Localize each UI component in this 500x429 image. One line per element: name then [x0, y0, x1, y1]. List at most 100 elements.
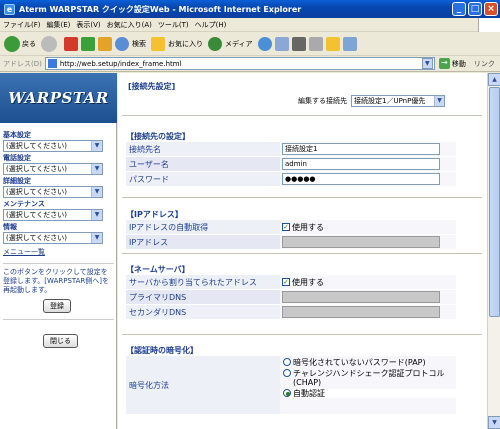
ip-auto-checkbox[interactable]: ✓	[282, 223, 290, 231]
print-icon[interactable]	[291, 36, 306, 51]
home-icon[interactable]	[98, 36, 112, 51]
auth-option-pap[interactable]: 暗号化されていないパスワード(PAP)	[283, 358, 456, 367]
menu-edit[interactable]: 編集(E)	[47, 20, 71, 30]
conn-section-title: 【接続先の設定】	[126, 132, 190, 141]
primary-dns-row: プライマリDNS	[126, 290, 456, 305]
toolbar: 戻る 検索 お気に入り メディア	[0, 32, 500, 56]
ip-auto-row: IPアドレスの自動取得 ✓ 使用する	[126, 220, 456, 235]
nav-select-basic[interactable]: (選択してください) ▼	[3, 140, 103, 152]
dns-section-title: 【ネームサーバ】	[126, 265, 190, 274]
edit-target-label: 編集する接続先	[298, 97, 347, 105]
messenger-icon[interactable]	[342, 36, 357, 51]
chevron-down-icon[interactable]: ▼	[421, 58, 433, 69]
conn-name-label: 接続先名	[129, 144, 161, 154]
chevron-down-icon: ▼	[434, 96, 444, 106]
ie-icon: e	[4, 3, 15, 15]
dns-auto-row: サーバから割り当てられたアドレス ✓ 使用する	[126, 275, 456, 290]
media-button[interactable]: メディア	[208, 36, 253, 51]
forward-button[interactable]	[41, 35, 59, 52]
chevron-down-icon: ▼	[91, 233, 102, 243]
divider	[122, 334, 482, 335]
secondary-dns-row: セカンダリDNS	[126, 305, 456, 320]
links-button[interactable]: リンク	[474, 59, 495, 69]
register-note: このボタンをクリックして設定を登録します。[WARPSTAR側へ]を再起動します…	[3, 268, 110, 294]
conn-name-input[interactable]: 接続設定1	[282, 143, 440, 155]
edit-target-row: 編集する接続先 接続設定1／UPnP優先 ▼	[298, 95, 445, 107]
divider	[3, 319, 114, 320]
dns-auto-checkbox[interactable]: ✓	[282, 278, 290, 286]
minimize-button[interactable]: _	[452, 2, 466, 16]
register-button[interactable]: 登録	[43, 299, 71, 313]
conn-section: 【接続先の設定】 接続先名 接続設定1 ユーザー名 admin パスワード ●●…	[126, 131, 456, 187]
user-name-input[interactable]: admin	[282, 158, 440, 170]
nav-label-info: 情報	[3, 223, 17, 231]
search-icon	[115, 36, 129, 51]
scroll-down-icon[interactable]: ▼	[488, 416, 500, 429]
window-title: Aterm WARPSTAR クイック設定Web - Microsoft Int…	[19, 4, 302, 14]
page-title: [接続先設定]	[128, 82, 176, 91]
secondary-dns-label: セカンダリDNS	[129, 307, 187, 317]
close-window-button[interactable]: ×	[484, 2, 498, 16]
left-frame: WARPSTAR 基本設定 (選択してください) ▼ 電話設定 (選択してください…	[0, 73, 117, 429]
forward-arrow-icon	[41, 35, 57, 52]
ip-addr-input	[282, 236, 440, 248]
user-name-row: ユーザー名 admin	[126, 157, 456, 172]
menu-help[interactable]: ヘルプ(H)	[195, 20, 227, 30]
password-input[interactable]: ●●●●●	[282, 173, 440, 185]
nav-select-advanced[interactable]: (選択してください) ▼	[3, 186, 103, 198]
ip-auto-value: 使用する	[292, 222, 324, 232]
vertical-scrollbar[interactable]: ▲ ▼	[487, 73, 500, 429]
address-url: http://web.setup/index_frame.html	[59, 59, 182, 68]
search-button[interactable]: 検索	[115, 36, 146, 51]
refresh-icon[interactable]	[81, 36, 95, 51]
title-bar: e Aterm WARPSTAR クイック設定Web - Microsoft I…	[0, 0, 500, 18]
go-button[interactable]: → 移動	[438, 58, 466, 69]
nav-panel: 基本設定 (選択してください) ▼ 電話設定 (選択してください) ▼ 詳細設定 (…	[3, 129, 114, 348]
auth-section-title: 【認証時の暗号化】	[126, 346, 198, 355]
edit-target-select[interactable]: 接続設定1／UPnP優先 ▼	[351, 95, 445, 107]
scroll-up-icon[interactable]: ▲	[488, 73, 500, 86]
nav-select-maintenance[interactable]: (選択してください) ▼	[3, 209, 103, 221]
pap-radio[interactable]	[283, 358, 291, 366]
menu-list-link[interactable]: メニュー一覧	[3, 247, 114, 257]
menu-bar: ファイル(F) 編集(E) 表示(V) お気に入り(A) ツール(T) ヘルプ(…	[0, 18, 500, 32]
ip-addr-label: IPアドレス	[129, 237, 169, 247]
back-button[interactable]: 戻る	[4, 35, 36, 52]
maximize-button[interactable]: □	[468, 2, 482, 16]
history-icon[interactable]	[257, 36, 272, 51]
scroll-thumb[interactable]	[489, 87, 500, 317]
address-label: アドレス(D)	[3, 59, 42, 68]
auth-method-row: 暗号化方法 暗号化されていないパスワード(PAP) チャレンジハンドシェーク認証…	[126, 356, 456, 414]
page-icon	[47, 59, 57, 68]
primary-dns-label: プライマリDNS	[129, 292, 187, 302]
nav-label-maintenance: メンテナンス	[3, 200, 45, 208]
menu-file[interactable]: ファイル(F)	[3, 20, 41, 30]
chevron-down-icon: ▼	[91, 164, 102, 174]
auto-radio[interactable]	[283, 389, 291, 397]
close-button[interactable]: 閉じる	[43, 334, 78, 348]
menu-tools[interactable]: ツール(T)	[158, 20, 189, 30]
auth-option-chap[interactable]: チャレンジハンドシェーク認証プロトコル(CHAP)	[283, 369, 456, 387]
windows-logo-icon	[478, 18, 500, 32]
auth-option-auto[interactable]: 自動認証	[283, 389, 456, 398]
auth-method-label: 暗号化方法	[129, 380, 169, 390]
password-label: パスワード	[129, 174, 169, 184]
menu-favorites[interactable]: お気に入り(A)	[107, 20, 152, 30]
nav-select-info[interactable]: (選択してください) ▼	[3, 232, 103, 244]
folder-icon[interactable]	[325, 36, 340, 51]
conn-name-row: 接続先名 接続設定1	[126, 142, 456, 157]
ip-section: 【IPアドレス】 IPアドレスの自動取得 ✓ 使用する IPアドレス	[126, 209, 456, 250]
address-input[interactable]: http://web.setup/index_frame.html ▼	[44, 57, 435, 70]
divider	[3, 263, 114, 264]
nav-select-phone[interactable]: (選択してください) ▼	[3, 163, 103, 175]
nav-label-phone: 電話設定	[3, 154, 31, 162]
stop-icon[interactable]	[64, 36, 78, 51]
chevron-down-icon: ▼	[91, 141, 102, 151]
chevron-down-icon: ▼	[91, 210, 102, 220]
auth-options: 暗号化されていないパスワード(PAP) チャレンジハンドシェーク認証プロトコル(…	[280, 356, 456, 414]
favorites-button[interactable]: お気に入り	[151, 36, 203, 51]
chap-radio[interactable]	[283, 369, 291, 377]
menu-view[interactable]: 表示(V)	[76, 20, 100, 30]
mail-icon[interactable]	[274, 36, 289, 51]
edit-icon[interactable]	[308, 36, 323, 51]
